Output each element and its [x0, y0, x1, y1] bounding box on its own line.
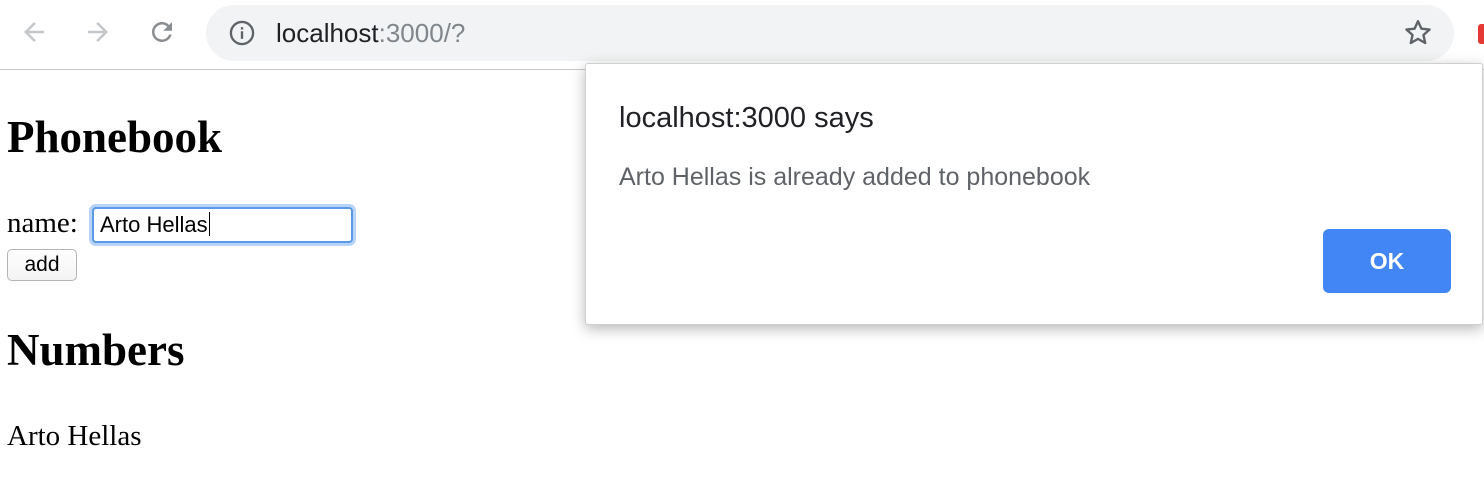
browser-toolbar: localhost:3000/? [0, 0, 1484, 70]
ok-button[interactable]: OK [1323, 229, 1451, 293]
add-button[interactable]: add [7, 249, 77, 281]
star-icon[interactable] [1402, 17, 1434, 49]
back-arrow-icon[interactable] [14, 12, 54, 52]
forward-arrow-icon[interactable] [78, 12, 118, 52]
url-port-path: :3000/? [378, 18, 466, 48]
name-input-value: Arto Hellas [100, 212, 208, 237]
reload-icon[interactable] [142, 12, 182, 52]
dialog-title: localhost:3000 says [619, 102, 874, 134]
numbers-heading: Numbers [7, 325, 185, 375]
list-item: Arto Hellas [7, 420, 142, 452]
name-label: name: [7, 207, 78, 239]
extension-icon[interactable] [1478, 24, 1484, 44]
page-title: Phonebook [7, 112, 223, 162]
text-caret [208, 212, 211, 236]
address-bar[interactable]: localhost:3000/? [206, 5, 1454, 61]
name-input[interactable]: Arto Hellas [92, 207, 353, 243]
dialog-message: Arto Hellas is already added to phoneboo… [619, 163, 1091, 191]
info-icon[interactable] [228, 19, 256, 47]
alert-dialog: localhost:3000 says Arto Hellas is alrea… [585, 63, 1483, 325]
url-text[interactable]: localhost:3000/? [276, 19, 465, 47]
url-host: localhost [276, 18, 379, 48]
